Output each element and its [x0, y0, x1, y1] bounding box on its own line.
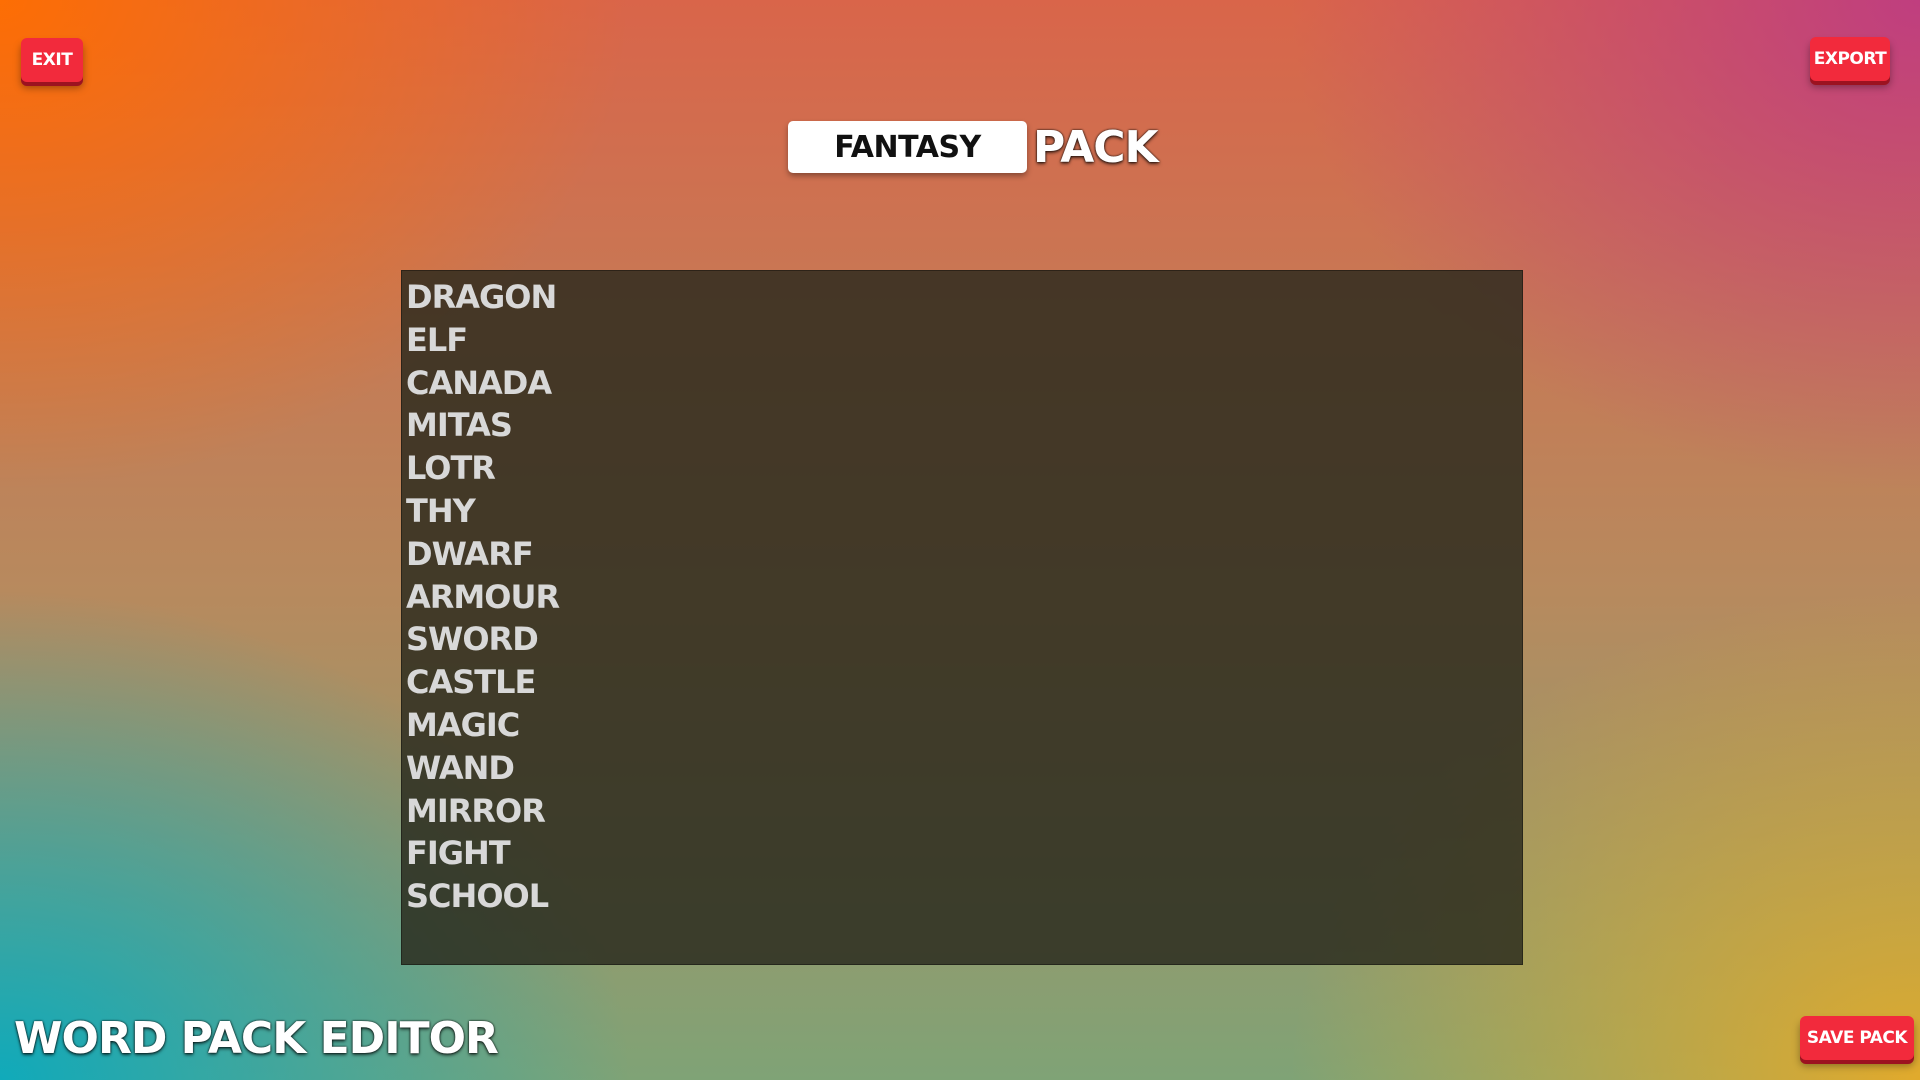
word-list-editor[interactable]: DRAGON ELF CANADA MITAS LOTR THY DWARF A…: [401, 270, 1523, 965]
word-item[interactable]: ARMOUR: [406, 576, 1522, 619]
word-item[interactable]: FIGHT: [406, 832, 1522, 875]
word-list: DRAGON ELF CANADA MITAS LOTR THY DWARF A…: [406, 276, 1522, 918]
export-button[interactable]: EXPORT: [1810, 37, 1890, 81]
word-item[interactable]: CASTLE: [406, 661, 1522, 704]
word-item[interactable]: WAND: [406, 747, 1522, 790]
word-item[interactable]: THY: [406, 490, 1522, 533]
word-item[interactable]: SCHOOL: [406, 875, 1522, 918]
pack-title: FANTASY PACK: [788, 121, 1159, 173]
word-item[interactable]: DRAGON: [406, 276, 1522, 319]
word-item[interactable]: CANADA: [406, 362, 1522, 405]
word-item[interactable]: DWARF: [406, 533, 1522, 576]
word-item[interactable]: SWORD: [406, 618, 1522, 661]
word-item[interactable]: LOTR: [406, 447, 1522, 490]
word-item[interactable]: ELF: [406, 319, 1522, 362]
pack-title-suffix: PACK: [1033, 121, 1159, 173]
exit-button[interactable]: EXIT: [21, 38, 83, 82]
word-item[interactable]: MIRROR: [406, 790, 1522, 833]
pack-name-input[interactable]: FANTASY: [788, 121, 1027, 173]
app-title: WORD PACK EDITOR: [14, 1013, 499, 1064]
word-item[interactable]: MAGIC: [406, 704, 1522, 747]
save-pack-button[interactable]: SAVE PACK: [1800, 1016, 1914, 1060]
word-item[interactable]: MITAS: [406, 404, 1522, 447]
